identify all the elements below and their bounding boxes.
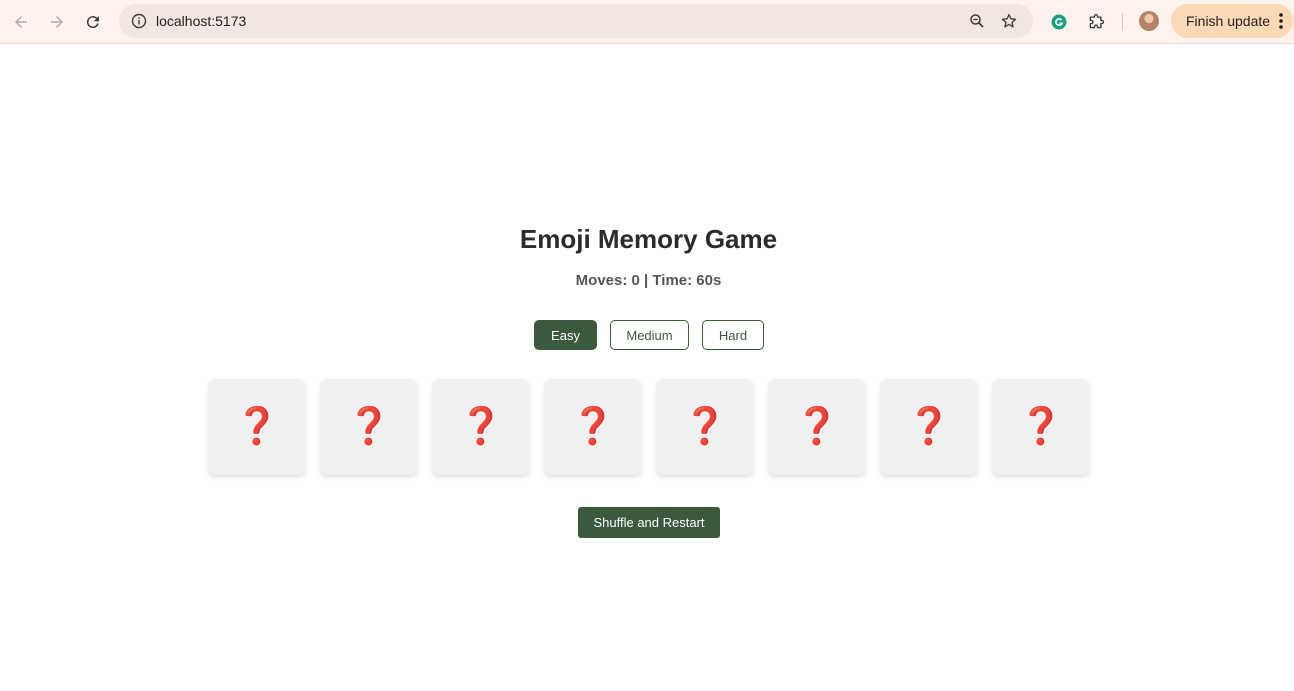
page-title: Emoji Memory Game <box>519 224 778 254</box>
finish-update-button[interactable]: Finish update <box>1171 4 1293 38</box>
difficulty-easy-button[interactable]: Easy <box>534 320 597 350</box>
memory-card[interactable]: ❓ <box>881 379 977 475</box>
shuffle-restart-button[interactable]: Shuffle and Restart <box>578 507 720 538</box>
memory-card[interactable]: ❓ <box>657 379 753 475</box>
difficulty-hard-button[interactable]: Hard <box>702 320 764 350</box>
zoom-icon[interactable] <box>965 9 989 33</box>
difficulty-medium-button[interactable]: Medium <box>610 320 689 350</box>
memory-card[interactable]: ❓ <box>433 379 529 475</box>
question-mark-icon: ❓ <box>682 406 728 447</box>
arrow-left-icon <box>15 16 27 28</box>
finish-update-label: Finish update <box>1186 13 1271 29</box>
arrow-right-icon <box>51 16 63 28</box>
question-mark-icon: ❓ <box>1018 406 1064 447</box>
reload-button[interactable] <box>79 8 107 36</box>
grammarly-extension-icon[interactable] <box>1045 8 1073 36</box>
question-mark-icon: ❓ <box>570 406 616 447</box>
back-button[interactable] <box>7 8 35 36</box>
extensions-puzzle-icon[interactable] <box>1082 8 1110 36</box>
memory-card[interactable]: ❓ <box>769 379 865 475</box>
site-info-icon[interactable] <box>127 9 151 33</box>
url-text[interactable]: localhost:5173 <box>156 12 246 30</box>
browser-toolbar: localhost:5173 Finish update <box>0 0 1294 44</box>
forward-button[interactable] <box>43 8 71 36</box>
question-mark-icon: ❓ <box>906 406 952 447</box>
more-vertical-icon <box>1279 13 1283 29</box>
memory-card[interactable]: ❓ <box>209 379 305 475</box>
question-mark-icon: ❓ <box>346 406 392 447</box>
toolbar-divider <box>1122 13 1123 31</box>
profile-avatar[interactable] <box>1139 11 1159 31</box>
question-mark-icon: ❓ <box>794 406 840 447</box>
reload-icon <box>86 16 99 29</box>
question-mark-icon: ❓ <box>234 406 280 447</box>
bookmark-star-icon[interactable] <box>997 9 1021 33</box>
address-bar[interactable]: localhost:5173 <box>119 4 1033 38</box>
question-mark-icon: ❓ <box>458 406 504 447</box>
memory-card[interactable]: ❓ <box>545 379 641 475</box>
memory-card[interactable]: ❓ <box>993 379 1089 475</box>
memory-card[interactable]: ❓ <box>321 379 417 475</box>
game-stats: Moves: 0 | Time: 60s <box>575 272 722 289</box>
